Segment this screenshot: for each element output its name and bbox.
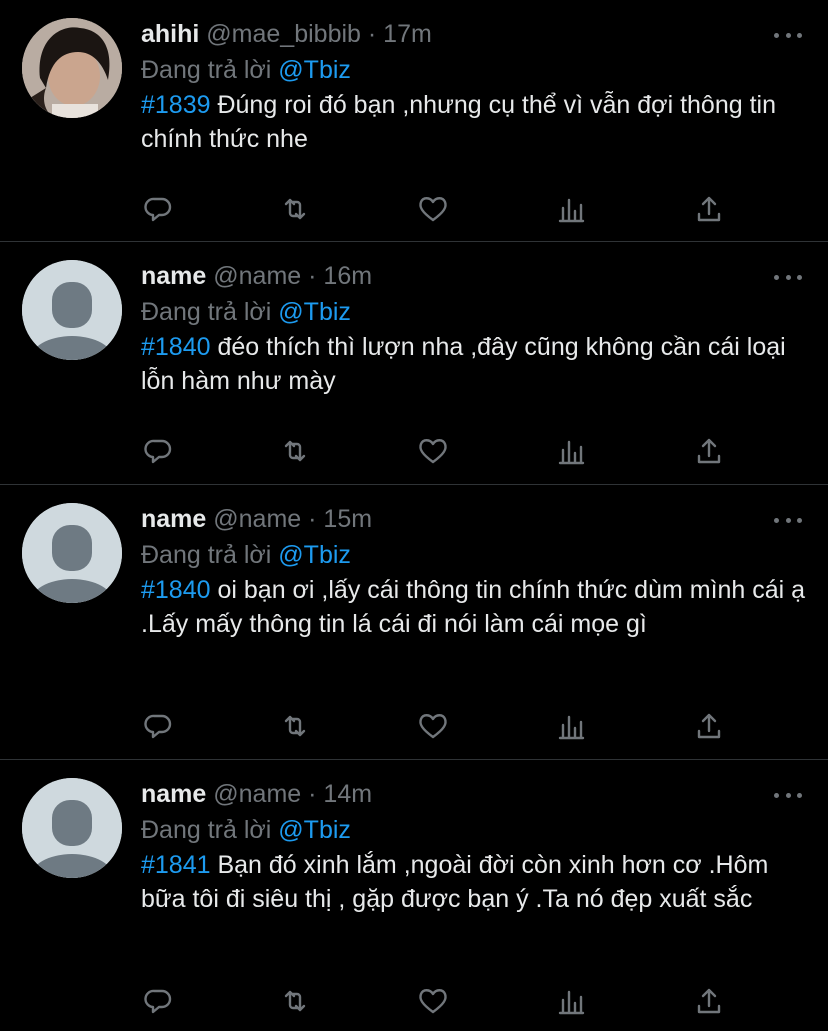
user-handle[interactable]: @mae_bibbib [206, 20, 361, 48]
action-bar [141, 434, 741, 468]
retweet-icon[interactable] [278, 984, 312, 1018]
hashtag-link[interactable]: #1841 [141, 851, 211, 879]
display-name[interactable]: name [141, 505, 206, 533]
tweet[interactable]: name @name · 14m Đang trả lời @Tbiz #184… [0, 760, 828, 1031]
tweet-text: #1841 Bạn đó xinh lắm ,ngoài đời còn xin… [141, 848, 808, 916]
replying-to: Đang trả lời @Tbiz [141, 294, 808, 330]
timestamp[interactable]: 15m [323, 505, 372, 533]
analytics-icon[interactable] [554, 192, 588, 226]
hashtag-link[interactable]: #1840 [141, 576, 211, 604]
separator-dot: · [308, 780, 317, 808]
replying-to: Đang trả lời @Tbiz [141, 537, 808, 573]
timestamp[interactable]: 14m [323, 780, 372, 808]
separator-dot: · [308, 505, 317, 533]
reply-icon[interactable] [141, 984, 175, 1018]
tweet-body: Đúng roi đó bạn ,nhưng cụ thể vì vẫn đợi… [141, 91, 776, 153]
replying-to: Đang trả lời @Tbiz [141, 812, 808, 848]
tweet-body: oi bạn ơi ,lấy cái thông tin chính thức … [141, 576, 806, 638]
default-avatar-icon [22, 503, 122, 603]
reply-mention-link[interactable]: @Tbiz [278, 541, 351, 569]
display-name[interactable]: ahihi [141, 20, 199, 48]
more-options-icon[interactable] [774, 790, 802, 800]
replying-to-label: Đang trả lời [141, 816, 272, 844]
replying-to-label: Đang trả lời [141, 56, 272, 84]
tweet-header: name @name · 15m [141, 501, 808, 537]
retweet-icon[interactable] [278, 709, 312, 743]
share-icon[interactable] [692, 984, 726, 1018]
default-avatar-icon [22, 260, 122, 360]
default-avatar-icon [22, 778, 122, 878]
share-icon[interactable] [692, 709, 726, 743]
reply-icon[interactable] [141, 709, 175, 743]
timestamp[interactable]: 17m [383, 20, 432, 48]
tweet[interactable]: name @name · 15m Đang trả lời @Tbiz #184… [0, 485, 828, 760]
avatar[interactable] [22, 18, 122, 118]
reply-mention-link[interactable]: @Tbiz [278, 56, 351, 84]
display-name[interactable]: name [141, 262, 206, 290]
display-name[interactable]: name [141, 780, 206, 808]
replying-to: Đang trả lời @Tbiz [141, 52, 808, 88]
tweet-body: đéo thích thì lượn nha ,đây cũng không c… [141, 333, 786, 395]
retweet-icon[interactable] [278, 192, 312, 226]
tweet-header: name @name · 14m [141, 776, 808, 812]
share-icon[interactable] [692, 192, 726, 226]
replying-to-label: Đang trả lời [141, 541, 272, 569]
avatar[interactable] [22, 260, 122, 360]
tweet[interactable]: name @name · 16m Đang trả lời @Tbiz #184… [0, 242, 828, 485]
reply-mention-link[interactable]: @Tbiz [278, 298, 351, 326]
action-bar [141, 192, 741, 226]
tweet-content: name @name · 16m Đang trả lời @Tbiz #184… [141, 258, 808, 398]
like-icon[interactable] [416, 709, 450, 743]
analytics-icon[interactable] [554, 984, 588, 1018]
action-bar [141, 984, 741, 1018]
separator-dot: · [367, 20, 377, 48]
analytics-icon[interactable] [554, 434, 588, 468]
timestamp[interactable]: 16m [323, 262, 372, 290]
hashtag-link[interactable]: #1840 [141, 333, 211, 361]
tweet-content: ahihi @mae_bibbib · 17m Đang trả lời @Tb… [141, 16, 808, 156]
tweet-header: ahihi @mae_bibbib · 17m [141, 16, 808, 52]
like-icon[interactable] [416, 984, 450, 1018]
hashtag-link[interactable]: #1839 [141, 91, 211, 119]
tweet[interactable]: ahihi @mae_bibbib · 17m Đang trả lời @Tb… [0, 0, 828, 242]
reply-icon[interactable] [141, 434, 175, 468]
analytics-icon[interactable] [554, 709, 588, 743]
reply-icon[interactable] [141, 192, 175, 226]
tweet-content: name @name · 15m Đang trả lời @Tbiz #184… [141, 501, 808, 641]
reply-mention-link[interactable]: @Tbiz [278, 816, 351, 844]
more-options-icon[interactable] [774, 272, 802, 282]
tweet-text: #1839 Đúng roi đó bạn ,nhưng cụ thể vì v… [141, 88, 808, 156]
user-handle[interactable]: @name [213, 262, 301, 290]
more-options-icon[interactable] [774, 30, 802, 40]
tweet-body: Bạn đó xinh lắm ,ngoài đời còn xinh hơn … [141, 851, 769, 913]
tweet-text: #1840 oi bạn ơi ,lấy cái thông tin chính… [141, 573, 808, 641]
like-icon[interactable] [416, 434, 450, 468]
tweet-text: #1840 đéo thích thì lượn nha ,đây cũng k… [141, 330, 808, 398]
share-icon[interactable] [692, 434, 726, 468]
avatar-photo [22, 18, 122, 118]
avatar[interactable] [22, 503, 122, 603]
retweet-icon[interactable] [278, 434, 312, 468]
like-icon[interactable] [416, 192, 450, 226]
replying-to-label: Đang trả lời [141, 298, 272, 326]
separator-dot: · [308, 262, 317, 290]
avatar[interactable] [22, 778, 122, 878]
tweet-content: name @name · 14m Đang trả lời @Tbiz #184… [141, 776, 808, 916]
user-handle[interactable]: @name [213, 505, 301, 533]
more-options-icon[interactable] [774, 515, 802, 525]
user-handle[interactable]: @name [213, 780, 301, 808]
action-bar [141, 709, 741, 743]
tweet-header: name @name · 16m [141, 258, 808, 294]
